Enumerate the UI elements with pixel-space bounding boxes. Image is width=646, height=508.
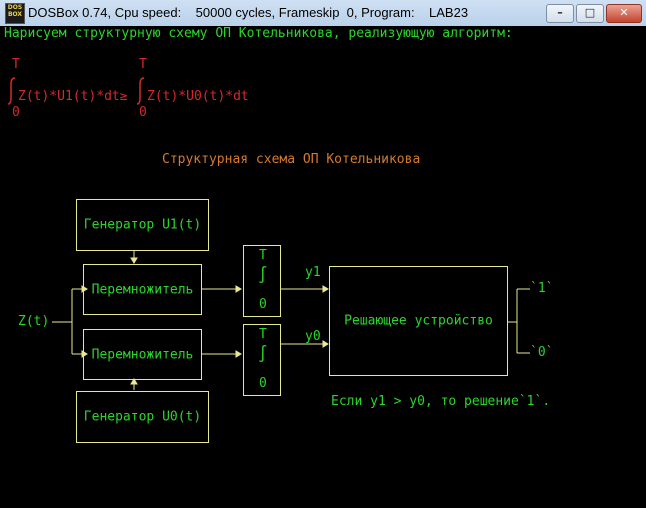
signal-y0: y0 xyxy=(305,329,321,344)
output-one: `1` xyxy=(530,281,554,296)
multiplier-bottom-block: Перемножитель xyxy=(83,329,202,380)
integrator-top-upper: T xyxy=(259,248,267,263)
signal-y1: y1 xyxy=(305,265,321,280)
decision-device-block: Решающее устройство xyxy=(329,266,508,376)
output-zero: `0` xyxy=(530,345,554,360)
generator-u0-label: Генератор U0(t) xyxy=(83,409,202,425)
generator-u1-label: Генератор U1(t) xyxy=(83,217,202,233)
multiplier-top-block: Перемножитель xyxy=(83,264,202,315)
dosbox-window: DOS BOX DOSBox 0.74, Cpu speed: 50000 cy… xyxy=(0,0,646,508)
close-button[interactable]: ✕ xyxy=(606,4,642,23)
integrator-top-lower: 0 xyxy=(259,297,267,312)
signal-input-z: Z(t) xyxy=(18,314,50,329)
maximize-button[interactable]: □ xyxy=(576,4,604,23)
dos-screen[interactable]: Нарисуем структурную схему ОП Котельнико… xyxy=(0,26,646,508)
multiplier-top-label: Перемножитель xyxy=(91,282,194,297)
integrator-bottom-upper: T xyxy=(259,327,267,342)
window-title: DOSBox 0.74, Cpu speed: 50000 cycles, Fr… xyxy=(28,5,469,20)
integrator-bottom-sign: ∫ xyxy=(258,344,268,363)
integrator-bottom-block: T ∫ 0 xyxy=(243,324,281,396)
decision-rule-text: Если y1 > y0, то решение`1`. xyxy=(331,394,551,409)
integrator-top-sign: ∫ xyxy=(258,265,268,284)
decision-device-label: Решающее устройство xyxy=(344,313,493,329)
dosbox-app-icon[interactable]: DOS BOX xyxy=(5,3,25,24)
icon-text-top: DOS xyxy=(7,4,23,11)
icon-text-bottom: BOX xyxy=(7,11,23,18)
integrator-bottom-lower: 0 xyxy=(259,376,267,391)
multiplier-bottom-label: Перемножитель xyxy=(91,347,194,362)
integrator-top-block: T ∫ 0 xyxy=(243,245,281,317)
generator-u0-block: Генератор U0(t) xyxy=(76,391,209,443)
minimize-button[interactable]: – xyxy=(546,4,574,23)
title-bar[interactable]: DOS BOX DOSBox 0.74, Cpu speed: 50000 cy… xyxy=(0,0,646,27)
generator-u1-block: Генератор U1(t) xyxy=(76,199,209,251)
